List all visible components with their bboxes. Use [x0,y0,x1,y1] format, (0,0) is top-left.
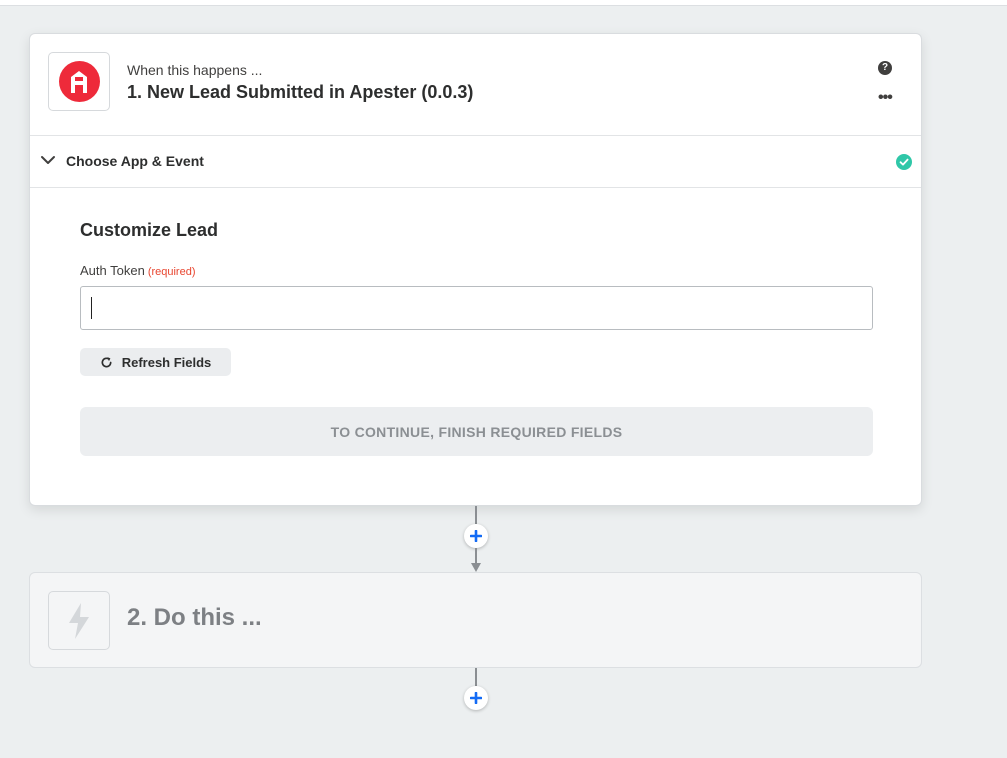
connector-line [475,548,477,563]
refresh-fields-button[interactable]: Refresh Fields [80,348,231,376]
help-icon[interactable]: ? [878,61,892,75]
choose-app-event-section[interactable]: Choose App & Event [30,136,921,187]
form-title: Customize Lead [80,220,219,240]
refresh-fields-label: Refresh Fields [121,354,212,370]
continue-button[interactable]: TO CONTINUE, FINISH REQUIRED FIELDS [80,407,873,456]
text-caret [91,297,92,319]
auth-token-label: Auth Token (required) [80,263,196,278]
connector-line [475,668,477,686]
auth-token-input[interactable] [80,286,873,330]
action-icon-box[interactable] [48,591,110,650]
connector-line [475,506,477,524]
more-options-icon[interactable]: ••• [878,90,894,106]
required-indicator: (required) [147,266,196,278]
apester-logo-icon [58,61,100,102]
chevron-down-icon[interactable] [40,154,56,166]
add-step-button[interactable] [464,524,488,548]
section-label: Choose App & Event [66,153,204,169]
arrow-down-icon [471,563,481,572]
plus-icon [470,530,482,542]
section-divider [30,187,921,188]
step-title[interactable]: 1. New Lead Submitted in Apester (0.0.3) [127,82,473,103]
step-subtitle: When this happens ... [127,62,263,78]
app-icon-box[interactable] [48,52,110,111]
top-bar [0,0,1007,6]
action-step-title: 2. Do this ... [127,604,262,631]
plus-icon [470,692,482,704]
refresh-icon [101,356,112,367]
trigger-step-card: When this happens ... 1. New Lead Submit… [29,33,922,506]
check-circle-icon [896,154,912,170]
add-step-button[interactable] [464,686,488,710]
lightning-bolt-icon [69,602,89,639]
auth-token-label-text: Auth Token [80,263,145,278]
action-step-card[interactable]: 2. Do this ... [29,572,922,668]
